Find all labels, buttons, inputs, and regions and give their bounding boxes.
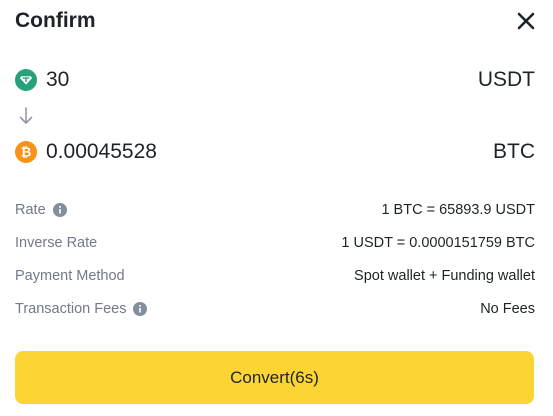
detail-row-transaction-fees: Transaction Fees No Fees bbox=[15, 292, 535, 325]
info-icon[interactable] bbox=[52, 202, 67, 217]
payment-method-value: Spot wallet + Funding wallet bbox=[354, 267, 535, 284]
svg-text:₿: ₿ bbox=[21, 146, 32, 161]
rate-label: Rate bbox=[15, 201, 46, 218]
detail-row-payment-method: Payment Method Spot wallet + Funding wal… bbox=[15, 259, 535, 292]
confirm-dialog: Confirm 30 USDT ₿ 0.00045528 BTC Rate 1 … bbox=[0, 0, 553, 416]
rate-value: 1 BTC = 65893.9 USDT bbox=[381, 201, 535, 218]
from-currency: USDT bbox=[477, 68, 535, 91]
dialog-title: Confirm bbox=[15, 9, 96, 32]
convert-button[interactable]: Convert(6s) bbox=[15, 351, 534, 404]
from-amount-value: 30 bbox=[46, 68, 70, 91]
to-currency: BTC bbox=[493, 140, 535, 163]
close-button[interactable] bbox=[513, 8, 539, 34]
inverse-rate-label: Inverse Rate bbox=[15, 234, 98, 251]
from-amount-row: 30 USDT bbox=[15, 65, 535, 95]
payment-method-label: Payment Method bbox=[15, 267, 125, 284]
transaction-fees-label: Transaction Fees bbox=[15, 300, 127, 317]
detail-row-rate: Rate 1 BTC = 65893.9 USDT bbox=[15, 193, 535, 226]
btc-coin-icon: ₿ bbox=[15, 141, 37, 163]
info-icon[interactable] bbox=[133, 301, 148, 316]
to-amount-row: ₿ 0.00045528 BTC bbox=[15, 137, 535, 167]
close-icon bbox=[517, 12, 535, 30]
dialog-header: Confirm bbox=[15, 6, 535, 36]
detail-row-inverse-rate: Inverse Rate 1 USDT = 0.0000151759 BTC bbox=[15, 226, 535, 259]
arrow-down-icon bbox=[17, 105, 35, 127]
usdt-coin-icon bbox=[15, 69, 37, 91]
inverse-rate-value: 1 USDT = 0.0000151759 BTC bbox=[341, 234, 535, 251]
details-list: Rate 1 BTC = 65893.9 USDT Inverse Rate 1… bbox=[15, 193, 535, 325]
transaction-fees-value: No Fees bbox=[480, 300, 535, 317]
to-amount-value: 0.00045528 bbox=[46, 140, 157, 163]
